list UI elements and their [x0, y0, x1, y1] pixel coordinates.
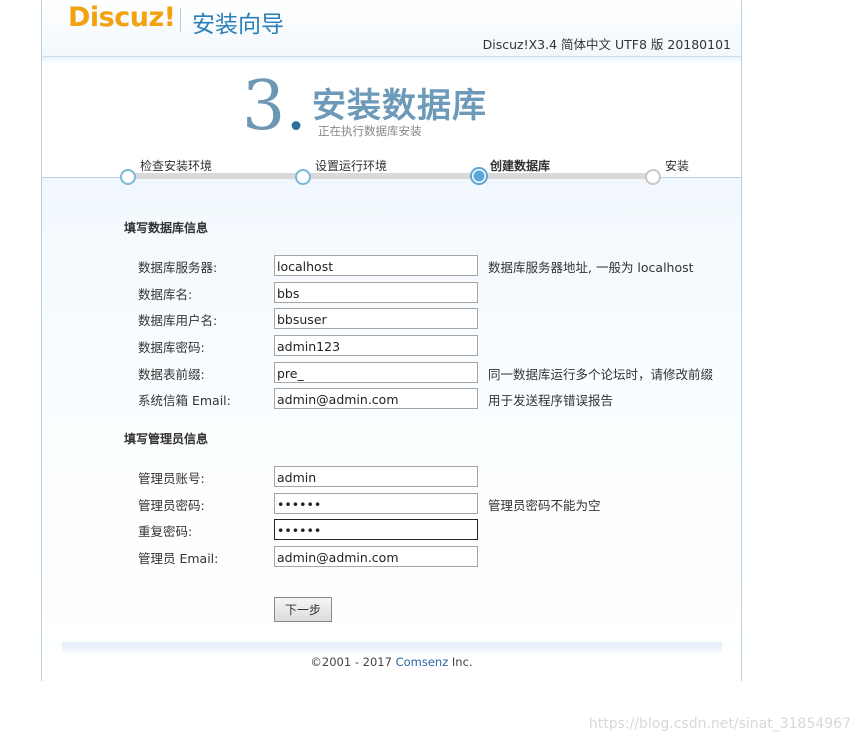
- table-prefix-label: 数据表前缀:: [138, 367, 205, 382]
- system-email-input[interactable]: [274, 388, 478, 409]
- table-prefix-input[interactable]: [274, 362, 478, 383]
- system-email-hint: 用于发送程序错误报告: [488, 393, 614, 408]
- copyright-suffix: Inc.: [448, 655, 473, 669]
- field-admin-account: 管理员账号:: [42, 466, 741, 488]
- progress-label-create-db: 创建数据库: [490, 159, 551, 173]
- installer-panel: Discuz! 安装向导 Discuz!X3.4 简体中文 UTF8 版 201…: [41, 0, 742, 682]
- admin-account-label: 管理员账号:: [138, 471, 205, 486]
- progress-node-install: [645, 169, 661, 185]
- progress-label-check-env: 检查安装环境: [140, 159, 213, 173]
- step-title: 安装数据库: [312, 86, 487, 126]
- footer-copyright: ©2001 - 2017 Comsenz Inc.: [42, 655, 741, 669]
- field-admin-email: 管理员 Email:: [42, 546, 741, 568]
- wizard-title: 安装向导: [192, 12, 284, 38]
- field-system-email: 系统信箱 Email: 用于发送程序错误报告: [42, 388, 741, 410]
- db-user-label: 数据库用户名:: [138, 313, 218, 328]
- admin-password-label: 管理员密码:: [138, 498, 205, 513]
- repeat-password-label: 重复密码:: [138, 524, 193, 539]
- comsenz-link[interactable]: Comsenz: [396, 655, 449, 669]
- db-password-label: 数据库密码:: [138, 340, 205, 355]
- field-db-host: 数据库服务器: 数据库服务器地址, 一般为 localhost: [42, 255, 741, 277]
- db-name-input[interactable]: [274, 282, 478, 303]
- db-host-hint: 数据库服务器地址, 一般为 localhost: [488, 260, 694, 275]
- system-email-label: 系统信箱 Email:: [138, 393, 231, 408]
- db-password-input[interactable]: [274, 335, 478, 356]
- header-divider: [42, 57, 741, 63]
- field-repeat-password: 重复密码:: [42, 519, 741, 541]
- progress-node-check-env: [120, 169, 136, 185]
- header: Discuz! 安装向导 Discuz!X3.4 简体中文 UTF8 版 201…: [42, 0, 741, 57]
- repeat-password-input[interactable]: [274, 519, 478, 540]
- watermark: https://blog.csdn.net/sinat_31854967: [588, 716, 851, 732]
- progress-node-create-db: [470, 167, 488, 185]
- table-prefix-hint: 同一数据库运行多个论坛时，请修改前缀: [488, 367, 714, 382]
- step-number: 3.: [242, 67, 307, 146]
- field-admin-password: 管理员密码: 管理员密码不能为空: [42, 493, 741, 515]
- copyright-text: ©2001 - 2017: [310, 655, 396, 669]
- admin-password-hint: 管理员密码不能为空: [488, 498, 601, 513]
- version-info: Discuz!X3.4 简体中文 UTF8 版 20180101: [482, 37, 731, 52]
- db-host-label: 数据库服务器:: [138, 260, 218, 275]
- admin-email-label: 管理员 Email:: [138, 551, 219, 566]
- field-table-prefix: 数据表前缀: 同一数据库运行多个论坛时，请修改前缀: [42, 362, 741, 384]
- db-section-title: 填写数据库信息: [124, 221, 209, 235]
- field-db-password: 数据库密码:: [42, 335, 741, 357]
- admin-email-input[interactable]: [274, 546, 478, 567]
- admin-section-title: 填写管理员信息: [124, 432, 209, 446]
- admin-password-input[interactable]: [274, 493, 478, 514]
- field-db-user: 数据库用户名:: [42, 308, 741, 330]
- progress-node-set-env: [295, 169, 311, 185]
- field-db-name: 数据库名:: [42, 282, 741, 304]
- logo-separator: [180, 8, 181, 32]
- footer-divider: [62, 642, 722, 653]
- step-subtitle: 正在执行数据库安装: [318, 124, 422, 138]
- progress-label-install: 安装: [665, 159, 690, 173]
- next-step-button[interactable]: 下一步: [274, 597, 332, 622]
- db-name-label: 数据库名:: [138, 287, 193, 302]
- db-host-input[interactable]: [274, 255, 478, 276]
- discuz-logo: Discuz!: [68, 2, 176, 33]
- admin-account-input[interactable]: [274, 466, 478, 487]
- progress-label-set-env: 设置运行环境: [315, 159, 388, 173]
- db-user-input[interactable]: [274, 308, 478, 329]
